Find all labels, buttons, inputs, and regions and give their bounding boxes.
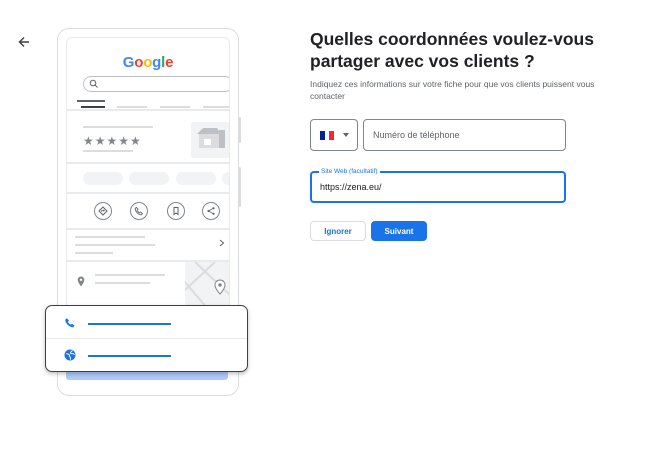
illustration-save-button [167, 202, 185, 220]
contact-card-accent [66, 372, 228, 380]
illustration-text-line [75, 236, 145, 238]
page-title: Quelles coordonnées voulez-vous partager… [310, 29, 594, 71]
illustration-chip [129, 172, 169, 185]
illustration-divider [67, 192, 229, 194]
phone-number-input[interactable] [363, 119, 566, 151]
france-flag-icon [320, 130, 335, 140]
contact-website-row [46, 339, 247, 371]
map-icon [184, 261, 229, 309]
google-logo: Google [122, 54, 174, 71]
bookmark-icon [173, 207, 179, 216]
website-field[interactable]: Site Web (facultatif) [310, 167, 566, 203]
illustration-text-line [83, 150, 133, 152]
phone-screen: Google ★★★★★ [66, 37, 230, 337]
illustration-chip [222, 172, 229, 185]
share-icon [207, 207, 215, 215]
phone-side-button [238, 167, 241, 207]
storefront-icon [197, 128, 225, 148]
illustration-divider [67, 228, 229, 230]
caret-down-icon [343, 133, 349, 137]
illustration-call-button [130, 202, 148, 220]
phone-icon [134, 206, 143, 216]
illustration-tab [203, 106, 229, 108]
illustration-text-line [95, 282, 150, 284]
chevron-right-icon [219, 239, 225, 247]
illustration-divider [67, 162, 229, 164]
page-subtitle: Indiquez ces informations sur votre fich… [310, 79, 595, 101]
directions-icon [98, 206, 108, 216]
phone-icon [65, 318, 75, 328]
website-placeholder-line [88, 355, 171, 357]
next-button[interactable]: Suivant [371, 221, 427, 241]
globe-icon [64, 349, 76, 361]
illustration-chip [176, 172, 216, 185]
illustration-search-bar [83, 76, 229, 92]
illustration-text-line [75, 252, 113, 254]
search-icon [89, 79, 98, 88]
skip-button[interactable]: Ignorer [310, 221, 366, 241]
illustration-chip [83, 172, 123, 185]
contact-phone-row [46, 307, 247, 339]
illustration-tab [117, 106, 147, 108]
rating-stars: ★★★★★ [83, 134, 142, 148]
arrow-left-icon [18, 37, 29, 47]
country-code-select[interactable] [310, 119, 358, 151]
location-pin-icon [77, 276, 85, 287]
illustration-divider [67, 109, 229, 111]
illustration-tab [81, 106, 105, 108]
phone-side-button [238, 117, 241, 143]
storefront-thumbnail [191, 122, 229, 158]
illustration-text-line [75, 244, 155, 246]
map-thumbnail [184, 261, 229, 309]
back-button[interactable] [14, 32, 34, 52]
illustration-text-line [83, 126, 153, 128]
illustration-tab [160, 106, 190, 108]
contact-card-illustration [45, 305, 248, 372]
website-input[interactable] [312, 173, 564, 201]
phone-placeholder-line [88, 323, 171, 325]
illustration-share-button [202, 202, 220, 220]
illustration-tab-active [77, 100, 105, 102]
illustration-text-line [95, 274, 165, 276]
illustration-directions-button [94, 202, 112, 220]
